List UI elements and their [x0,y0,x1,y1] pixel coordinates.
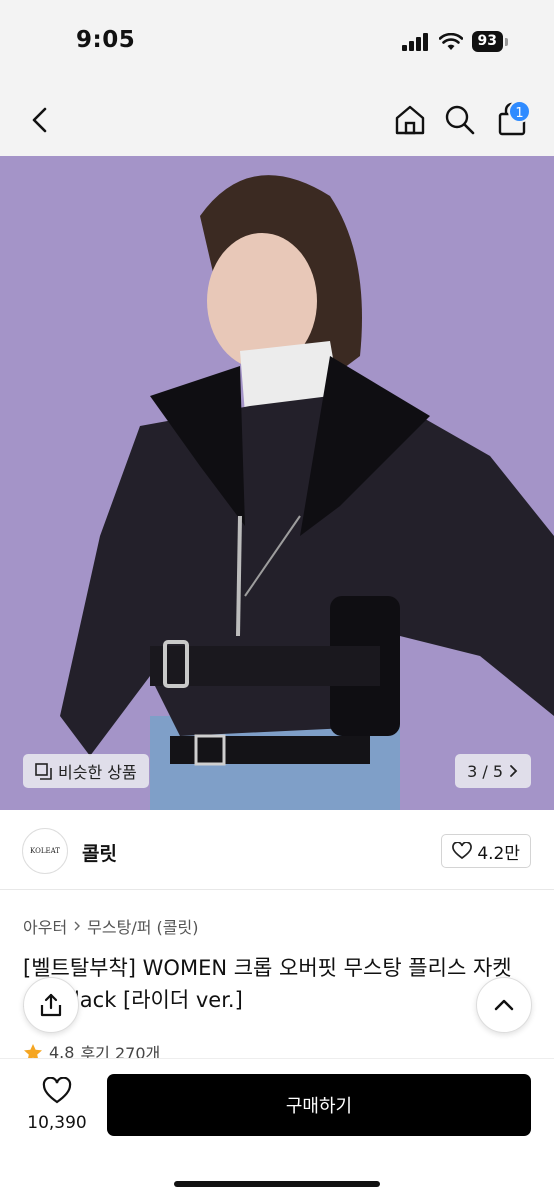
chevron-up-icon [494,999,514,1011]
back-icon[interactable] [24,104,56,136]
home-icon[interactable] [392,102,428,138]
wifi-icon [438,32,463,50]
status-bar: 9:05 93 [0,0,554,84]
wish-count: 10,390 [27,1113,87,1133]
signal-icon [401,32,428,51]
nav-bar [0,84,554,156]
search-icon[interactable] [442,102,478,138]
product-title: [벨트탈부착] WOMEN 크롭 오버핏 무스탕 플리스 자켓 All_Blac… [23,956,512,1012]
chevron-right-icon [510,765,518,777]
product-image[interactable]: 비슷한 상품 3 / 5 [0,156,554,810]
heart-icon [42,1076,72,1104]
battery-cap [505,37,508,46]
share-icon [40,993,62,1017]
buy-button-label: 구매하기 [285,1096,353,1117]
heart-icon [452,842,473,860]
brand-name[interactable]: 콜릿 [82,839,117,866]
status-icons: 93 [401,31,508,52]
bottom-action-bar: 10,390 구매하기 [0,1058,554,1200]
share-button[interactable] [23,977,79,1033]
status-time: 9:05 [76,27,136,53]
chevron-right-icon [74,921,81,931]
brand-like-button[interactable]: 4.2만 [441,834,531,868]
brand-logo-text: KOLEAT [30,847,60,855]
page-indicator-text: 3 / 5 [467,761,503,781]
breadcrumb-category[interactable]: 무스탕/퍼 (콜릿) [87,914,198,938]
scroll-top-button[interactable] [476,977,532,1033]
breadcrumb: 아우터 무스탕/퍼 (콜릿) [23,914,198,938]
home-indicator [174,1181,380,1187]
brand-logo[interactable]: KOLEAT [22,828,68,874]
cart-badge: 1 [508,100,531,123]
product-photo [0,156,554,810]
similar-products-label: 비슷한 상품 [58,763,137,782]
brand-row[interactable]: KOLEAT 콜릿 4.2만 [0,810,554,890]
battery-level: 93 [471,31,503,52]
breadcrumb-outer[interactable]: 아우터 [23,914,67,938]
image-page-indicator[interactable]: 3 / 5 [455,754,531,788]
brand-like-count: 4.2만 [477,843,520,864]
similar-icon [35,762,52,780]
buy-button[interactable]: 구매하기 [107,1074,531,1136]
similar-products-button[interactable]: 비슷한 상품 [23,754,149,788]
wish-button[interactable]: 10,390 [24,1076,90,1133]
